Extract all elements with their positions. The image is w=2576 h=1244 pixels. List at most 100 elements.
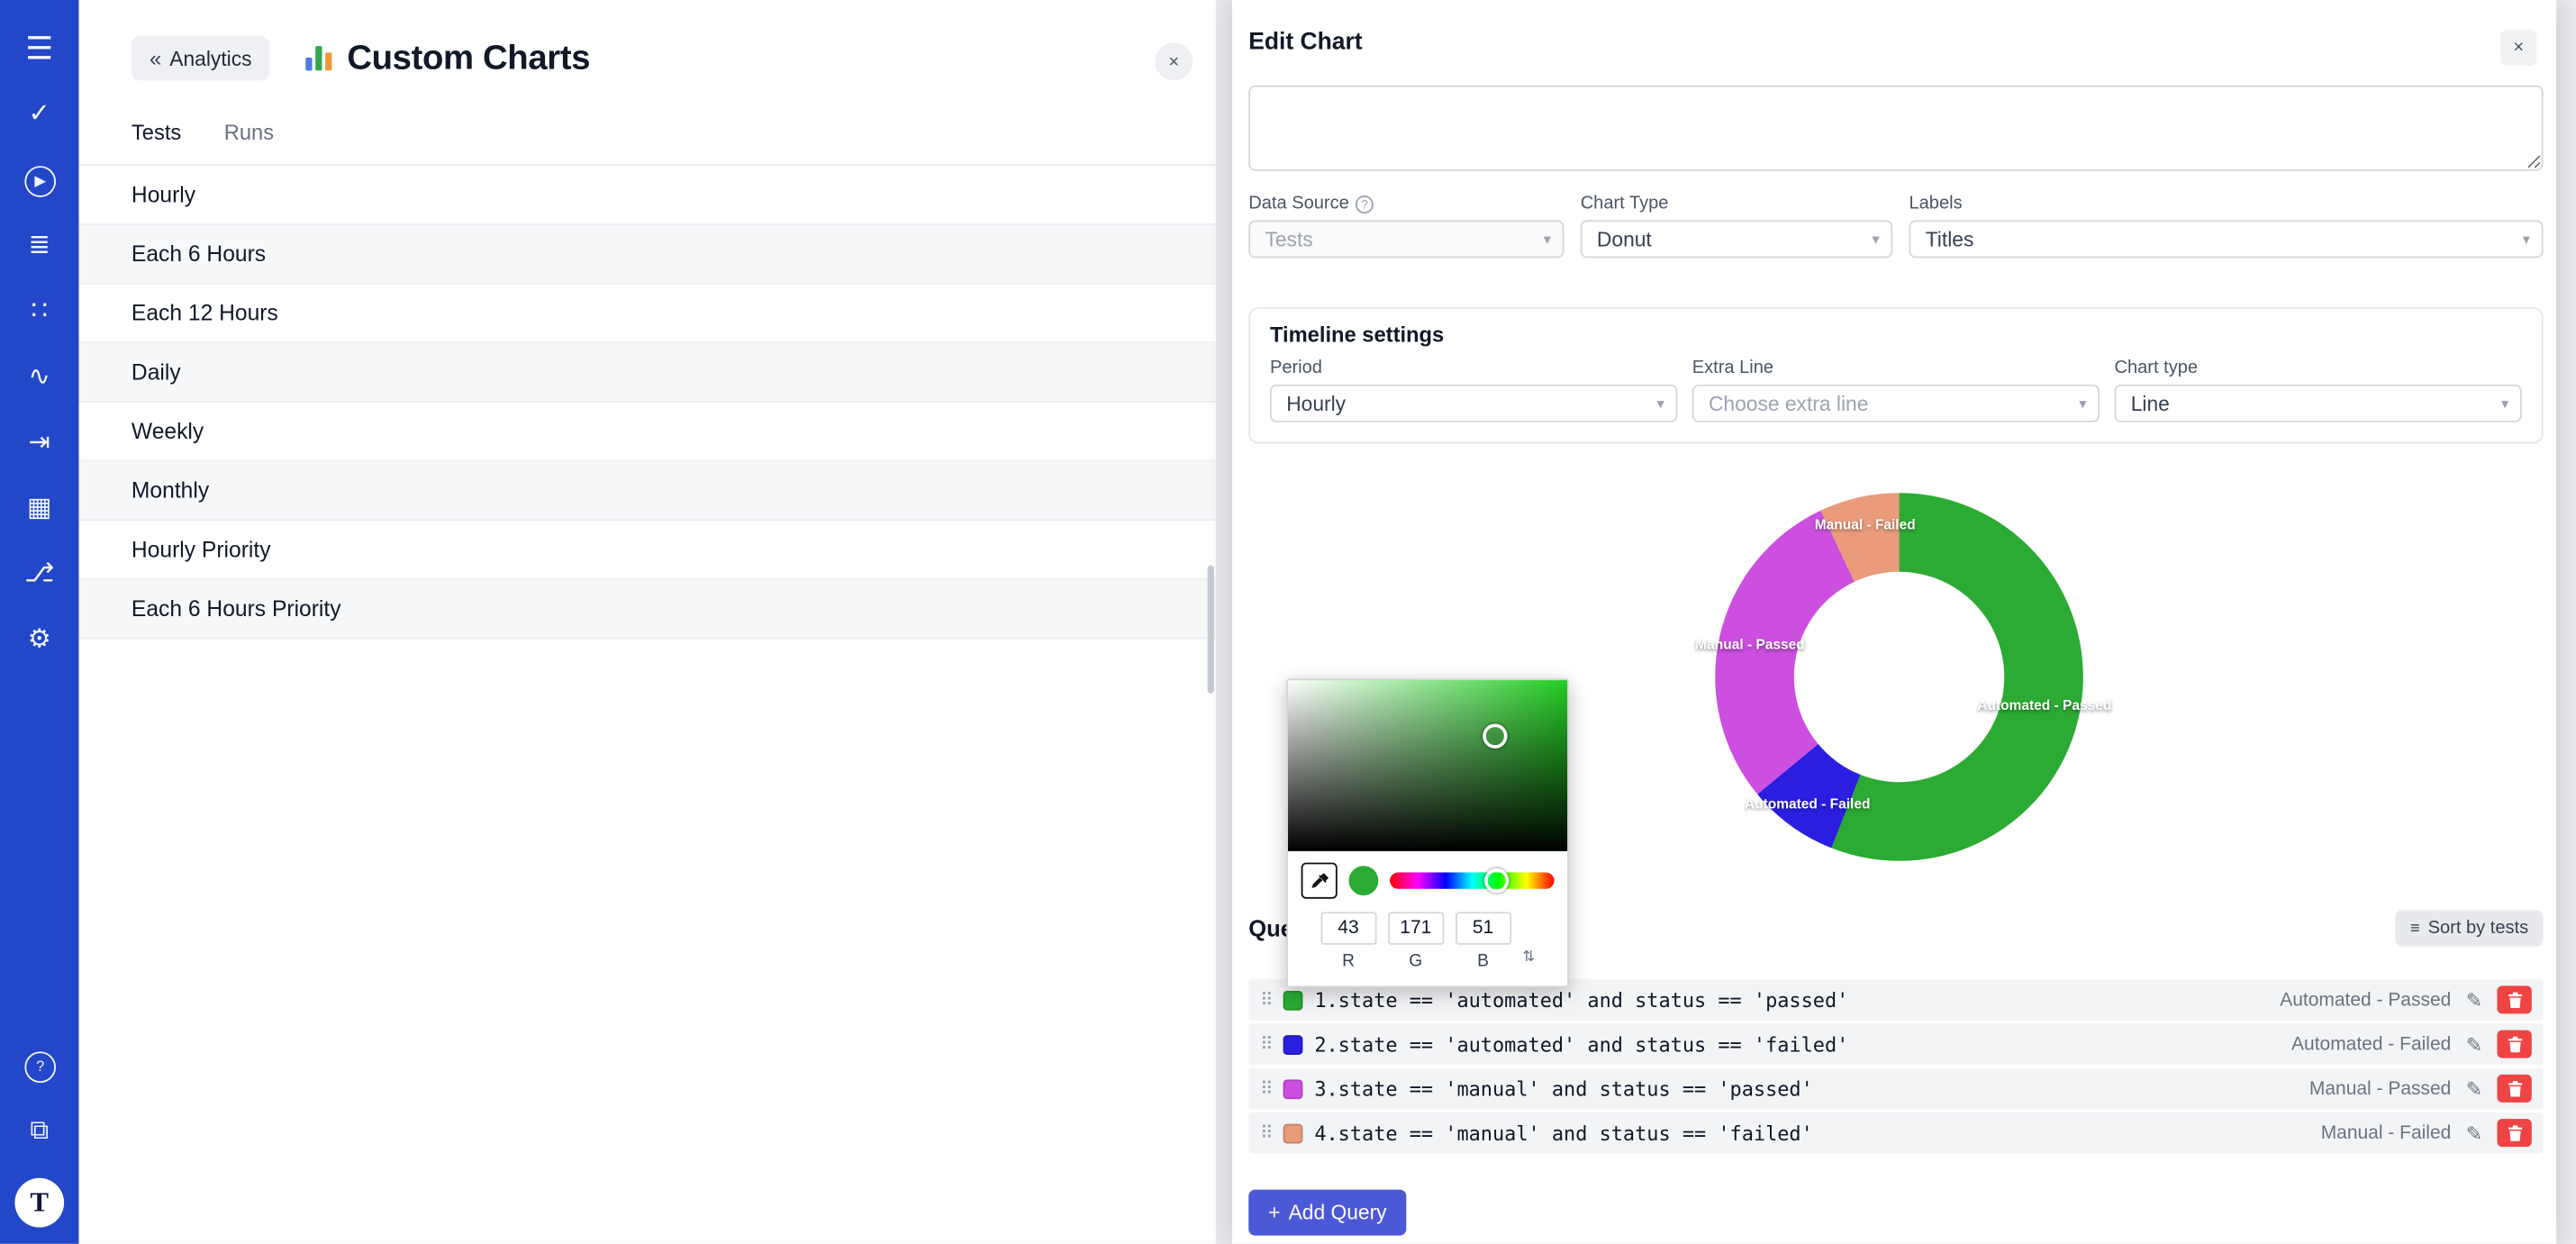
pulse-icon[interactable]: ∿ <box>0 345 79 411</box>
tab-runs[interactable]: Runs <box>224 120 274 161</box>
menu-icon[interactable]: ☰ <box>0 16 79 82</box>
b-label: B <box>1477 951 1489 971</box>
drag-handle-icon[interactable]: ⠿ <box>1260 1122 1274 1144</box>
query-row: ⠿4.state == 'manual' and status == 'fail… <box>1248 1112 2543 1154</box>
query-list: ⠿ 1.state == 'automated' and status == 'p… <box>1248 979 2543 1153</box>
chart-list-item[interactable]: Each 6 Hours Priority <box>79 580 1216 640</box>
app-logo[interactable]: T <box>14 1178 64 1228</box>
query-expression: 1.state == 'automated' and status == 'pa… <box>1314 988 2280 1012</box>
g-column: G <box>1388 912 1444 971</box>
period-field: Period Hourly ▾ <box>1270 359 1677 422</box>
sidebar-nav: ☰ ✓ ▶≣ ∷ ∿⇥▦⎇ ⚙ ?⧉ T <box>0 0 79 1244</box>
chart-type-value: Donut <box>1597 228 1652 251</box>
timeline-settings-title: Timeline settings <box>1270 322 2522 347</box>
sort-by-tests-button[interactable]: ≡ Sort by tests <box>2395 910 2543 946</box>
runs-icon[interactable]: ▶ <box>0 148 79 213</box>
chart-type-label: Chart Type <box>1581 194 1669 213</box>
labels-select[interactable]: Titles ▾ <box>1909 220 2543 258</box>
selected-color-swatch <box>1349 866 1379 895</box>
chart-list-item[interactable]: Daily <box>79 343 1216 403</box>
drag-handle-icon[interactable]: ⠿ <box>1260 1033 1274 1055</box>
chart-type-select[interactable]: Donut ▾ <box>1581 220 1893 258</box>
scrollbar-thumb[interactable] <box>1208 565 1214 693</box>
back-to-analytics-button[interactable]: « Analytics <box>132 36 270 80</box>
delete-query-button[interactable] <box>2497 1031 2531 1058</box>
drag-handle-icon[interactable]: ⠿ <box>1260 989 1274 1011</box>
donut-chart: Automated - PassedAutomated - FailedManu… <box>1702 480 2097 875</box>
saturation-area[interactable] <box>1288 680 1567 851</box>
close-drawer-button[interactable]: × <box>2500 30 2536 66</box>
edit-query-icon[interactable]: ✎ <box>2466 988 2482 1012</box>
delete-query-button[interactable] <box>2497 1119 2531 1147</box>
query-color-swatch[interactable] <box>1283 990 1303 1010</box>
chart-list-item[interactable]: Hourly <box>79 166 1216 225</box>
branches-icon[interactable]: ⎇ <box>0 542 79 608</box>
query-color-swatch[interactable] <box>1283 1078 1303 1098</box>
query-expression: 3.state == 'manual' and status == 'passe… <box>1314 1077 2309 1101</box>
page-title: Custom Charts <box>347 39 590 78</box>
back-button-label: Analytics <box>169 47 251 70</box>
eyedropper-icon <box>1310 871 1329 891</box>
plus-icon: + <box>1268 1201 1280 1224</box>
test-plans-icon[interactable]: ≣ <box>0 213 79 279</box>
add-query-label: Add Query <box>1289 1201 1387 1224</box>
period-label: Period <box>1270 359 1322 378</box>
query-label: Automated - Failed <box>2291 1034 2451 1054</box>
labels-field: Labels Titles ▾ <box>1909 194 2543 258</box>
query-row: ⠿ 2.state == 'automated' and status == 'f… <box>1248 1023 2543 1065</box>
chart-description-input[interactable] <box>1248 86 2543 171</box>
drawer-title: Edit Chart <box>1248 30 1362 56</box>
query-label: Automated - Passed <box>2280 990 2451 1010</box>
chart-list-item[interactable]: Weekly <box>79 403 1216 462</box>
query-color-swatch[interactable] <box>1283 1123 1303 1143</box>
help-icon[interactable]: ? <box>1356 195 1374 213</box>
edit-query-icon[interactable]: ✎ <box>2466 1032 2482 1056</box>
analytics-icon[interactable]: ∷ <box>0 279 79 345</box>
timeline-settings-box: Timeline settings Period Hourly ▾ Extra … <box>1248 307 2543 443</box>
query-label: Manual - Passed <box>2309 1078 2451 1098</box>
query-expression: 2.state == 'automated' and status == 'fa… <box>1314 1032 2291 1056</box>
timeline-chart-type-select[interactable]: Line ▾ <box>2114 385 2521 422</box>
reports-icon[interactable]: ▦ <box>0 477 79 542</box>
edit-query-icon[interactable]: ✎ <box>2466 1121 2482 1145</box>
drag-handle-icon[interactable]: ⠿ <box>1260 1078 1274 1100</box>
extra-line-select[interactable]: Choose extra line ▾ <box>1692 385 2100 422</box>
trash-icon <box>2507 1079 2523 1097</box>
hue-slider[interactable] <box>1390 873 1554 889</box>
tests-icon[interactable]: ✓ <box>0 82 79 148</box>
eyedropper-button[interactable] <box>1302 863 1338 899</box>
import-icon[interactable]: ⇥ <box>0 411 79 477</box>
tab-tests[interactable]: Tests <box>132 120 181 161</box>
extra-line-placeholder: Choose extra line <box>1709 392 1868 415</box>
analytics-icon-glyph: ∷ <box>31 299 48 325</box>
rgb-r-input[interactable] <box>1320 912 1376 944</box>
chart-list-item[interactable]: Each 12 Hours <box>79 285 1216 344</box>
chart-list-item[interactable]: Hourly Priority <box>79 521 1216 580</box>
add-query-button[interactable]: + Add Query <box>1248 1190 1406 1236</box>
hue-thumb[interactable] <box>1484 868 1509 893</box>
rgb-b-input[interactable] <box>1456 912 1511 944</box>
help-icon[interactable]: ? <box>0 1033 79 1099</box>
delete-query-button[interactable] <box>2497 985 2531 1013</box>
drawer-header: Edit Chart × <box>1232 0 2556 66</box>
query-color-swatch[interactable] <box>1283 1034 1303 1054</box>
donut-segment[interactable] <box>1715 511 1855 795</box>
saturation-cursor[interactable] <box>1483 724 1507 749</box>
docs-icon[interactable]: ⧉ <box>0 1099 79 1165</box>
rgb-g-input[interactable] <box>1388 912 1444 944</box>
settings-icon[interactable]: ⚙ <box>0 608 79 674</box>
period-select[interactable]: Hourly ▾ <box>1270 385 1677 422</box>
chart-list-item[interactable]: Each 6 Hours <box>79 225 1216 285</box>
color-mode-toggle[interactable]: ⇅ <box>1522 948 1535 971</box>
delete-query-button[interactable] <box>2497 1075 2531 1103</box>
chevrons-left-icon: « <box>150 46 161 70</box>
data-source-label: Data Source <box>1248 194 1349 213</box>
close-panel-button[interactable]: × <box>1155 42 1193 80</box>
settings-icon-glyph: ⚙ <box>28 628 51 654</box>
drawer-body: Data Source ? Tests ▾ Chart Type Donut ▾ <box>1232 86 2556 1236</box>
chart-list-item[interactable]: Monthly <box>79 462 1216 522</box>
app-root: ☰✓▶≣∷∿⇥▦⎇⚙ ?⧉ T « Analytics Custom Chart… <box>0 0 2576 1244</box>
edit-query-icon[interactable]: ✎ <box>2466 1077 2482 1101</box>
tests-icon-glyph: ✓ <box>29 102 50 128</box>
data-source-select[interactable]: Tests ▾ <box>1248 220 1564 258</box>
